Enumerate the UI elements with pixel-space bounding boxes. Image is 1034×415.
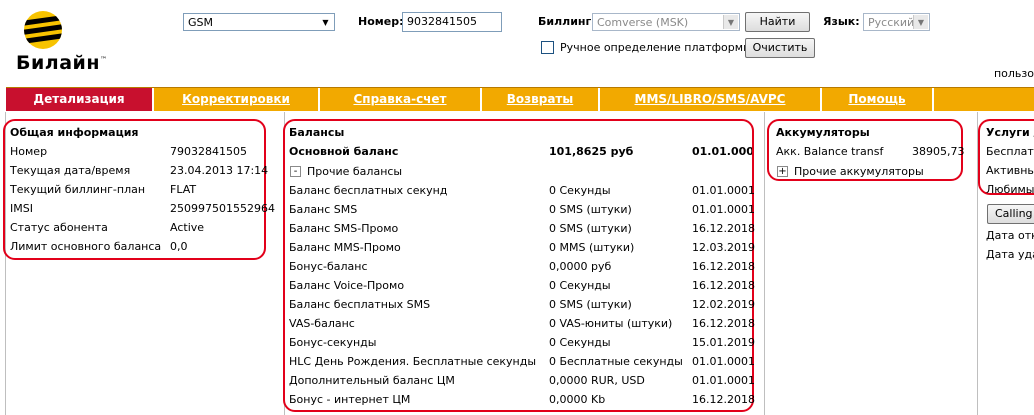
billing-select[interactable]: Comverse (MSK) ▼ [592,13,740,31]
balance-date: 16.12.2018 [692,260,755,273]
divider [764,112,765,415]
balance-date: 16.12.2018 [692,393,755,406]
accumulator-label: Акк. Balance transf [776,145,884,158]
services-row: Активные [986,164,1034,177]
user-label: пользо [993,67,1034,80]
balance-date: 16.12.2018 [692,222,755,235]
table-row: Баланс бесплатных SMS [289,298,431,311]
balance-value: 0 Секунды [549,279,611,292]
billing-label: Биллинг: [538,15,596,28]
general-info-title: Общая информация [10,126,139,139]
balances-title: Балансы [289,126,345,139]
balance-date: 16.12.2018 [692,317,755,330]
collapse-other-balances-icon[interactable]: - [290,166,301,177]
tab-corrections[interactable]: Корректировки [154,88,320,111]
balance-date: 01.01.0001 [692,184,755,197]
table-row: IMSI [10,202,33,215]
table-row: Бонус-баланс [289,260,368,273]
find-button[interactable]: Найти [745,12,810,32]
chevron-down-icon: ▼ [723,15,738,29]
tab-refunds[interactable]: Возвраты [482,88,600,111]
other-balances-label: Прочие балансы [307,165,403,178]
balance-date: 12.02.2019 [692,298,755,311]
accumulator-value: 38905,73 [912,145,965,158]
other-accumulators-label: Прочие аккумуляторы [794,165,924,178]
system-select[interactable]: GSM ▼ [183,13,335,31]
table-row: Баланс SMS [289,203,358,216]
main-balance-date: 01.01.0001 [692,145,752,158]
services-row: Любимые [986,183,1034,196]
table-row: Бонус-секунды [289,336,377,349]
chevron-down-icon: ▼ [913,15,928,29]
number-input[interactable]: 9032841505 [402,12,502,32]
balance-value: 0 SMS (штуки) [549,222,632,235]
balance-value: 0 Секунды [549,184,611,197]
balance-date: 01.01.0001 [692,355,755,368]
table-row: Баланс SMS-Промо [289,222,399,235]
table-row: Баланс Voice-Промо [289,279,405,292]
services-line: Дата откл [986,229,1034,242]
general-value: FLAT [170,183,197,196]
main-balance-label: Основной баланс [289,145,399,158]
balance-value: 0,0000 Kb [549,393,606,406]
balance-date: 15.01.2019 [692,336,755,349]
table-row: Статус абонента [10,221,108,234]
balance-value: 0 SMS (штуки) [549,298,632,311]
table-row: Текущий биллинг-план [10,183,146,196]
balance-value: 0,0000 руб [549,260,612,273]
clear-button[interactable]: Очистить [745,38,815,58]
accumulators-title: Аккумуляторы [776,126,870,139]
table-row: Баланс бесплатных секунд [289,184,448,197]
balances-table: Баланс бесплатных секунд 0 Секунды 01.01… [289,181,755,411]
services-title: Услуги / [986,126,1034,139]
balance-date: 01.01.0001 [692,203,755,216]
table-row: Текущая дата/время [10,164,131,177]
manual-platform-checkbox[interactable] [541,41,554,54]
general-value: 79032841505 [170,145,247,158]
services-row: Бесплатные [986,145,1034,158]
general-value: 23.04.2013 17:14 [170,164,269,177]
table-row: HLC День Рождения. Бесплатные секунды [289,355,537,368]
balance-date: 16.12.2018 [692,279,755,292]
tab-details[interactable]: Детализация [6,88,154,111]
tab-invoice[interactable]: Справка-счет [320,88,482,111]
number-label: Номер: [358,15,404,28]
language-label: Язык: [823,15,860,28]
balance-date: 12.03.2019 [692,241,755,254]
table-row: Номер [10,145,48,158]
table-row: Лимит основного баланса [10,240,162,253]
table-row: Дополнительный баланс ЦМ [289,374,455,387]
balance-value: 0 Секунды [549,336,611,349]
calling-button[interactable]: Calling [987,204,1034,224]
main-nav: Детализация Корректировки Справка-счет В… [6,87,1034,111]
tab-help[interactable]: Помощь [822,88,934,111]
general-value: 0,0 [170,240,188,253]
balance-value: 0 Бесплатные секунды [549,355,683,368]
brand-name: Билайн™ [16,52,108,74]
balance-date: 01.01.0001 [692,374,755,387]
general-value: Active [170,221,205,234]
balance-value: 0 MMS (штуки) [549,241,635,254]
balance-value: 0,0000 RUR, USD [549,374,645,387]
general-info-table: Номер 79032841505 Текущая дата/время 23.… [10,142,275,257]
language-select[interactable]: Русский ▼ [863,13,930,31]
table-row: Баланс MMS-Промо [289,241,401,254]
manual-platform-label: Ручное определение платформы [560,41,752,54]
chevron-down-icon: ▼ [322,17,329,27]
table-row: VAS-баланс [289,317,355,330]
balance-value: 0 VAS-юниты (штуки) [549,317,673,330]
balance-value: 0 SMS (штуки) [549,203,632,216]
main-balance-value: 101,8625 руб [549,145,634,158]
tab-mms-libro-sms-avpc[interactable]: MMS/LIBRO/SMS/AVPC [600,88,822,111]
expand-other-accumulators-icon[interactable]: + [777,166,788,177]
services-line: Дата уда [986,248,1034,261]
general-value: 250997501552964 [170,202,275,215]
table-row: Бонус - интернет ЦМ [289,393,411,406]
